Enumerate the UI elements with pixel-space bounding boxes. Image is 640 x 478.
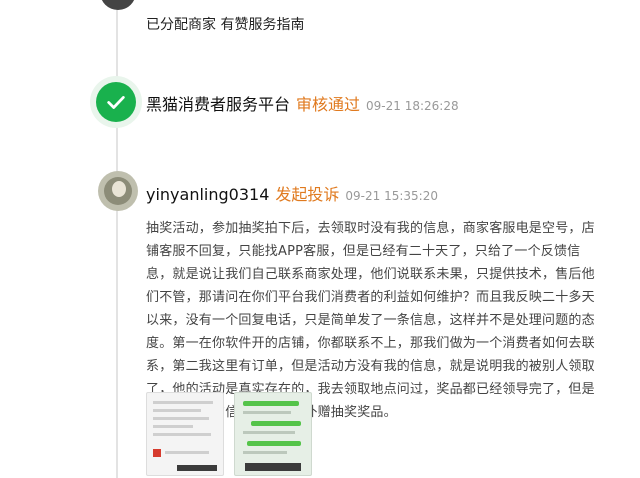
merchants-label: 已分配商家 有赞服务指南	[146, 17, 305, 33]
review-status: 审核通过	[296, 95, 361, 114]
timeline-line	[116, 0, 118, 478]
username[interactable]: yinyanling0314	[146, 185, 269, 204]
complaint-time: 09-21 15:35:20	[345, 189, 438, 203]
user-avatar[interactable]	[98, 171, 138, 211]
complaint-header: yinyanling0314 发起投诉 09-21 15:35:20	[146, 181, 438, 205]
attachment-image-1[interactable]	[146, 392, 224, 476]
complaint-action: 发起投诉	[275, 185, 340, 204]
attachment-image-2[interactable]	[234, 392, 312, 476]
platform-row: 黑猫消费者服务平台 审核通过 09-21 18:26:28	[146, 91, 459, 115]
platform-name[interactable]: 黑猫消费者服务平台	[146, 95, 290, 114]
check-icon	[96, 82, 136, 122]
merchant-avatar	[100, 0, 136, 10]
platform-time: 09-21 18:26:28	[366, 99, 459, 113]
